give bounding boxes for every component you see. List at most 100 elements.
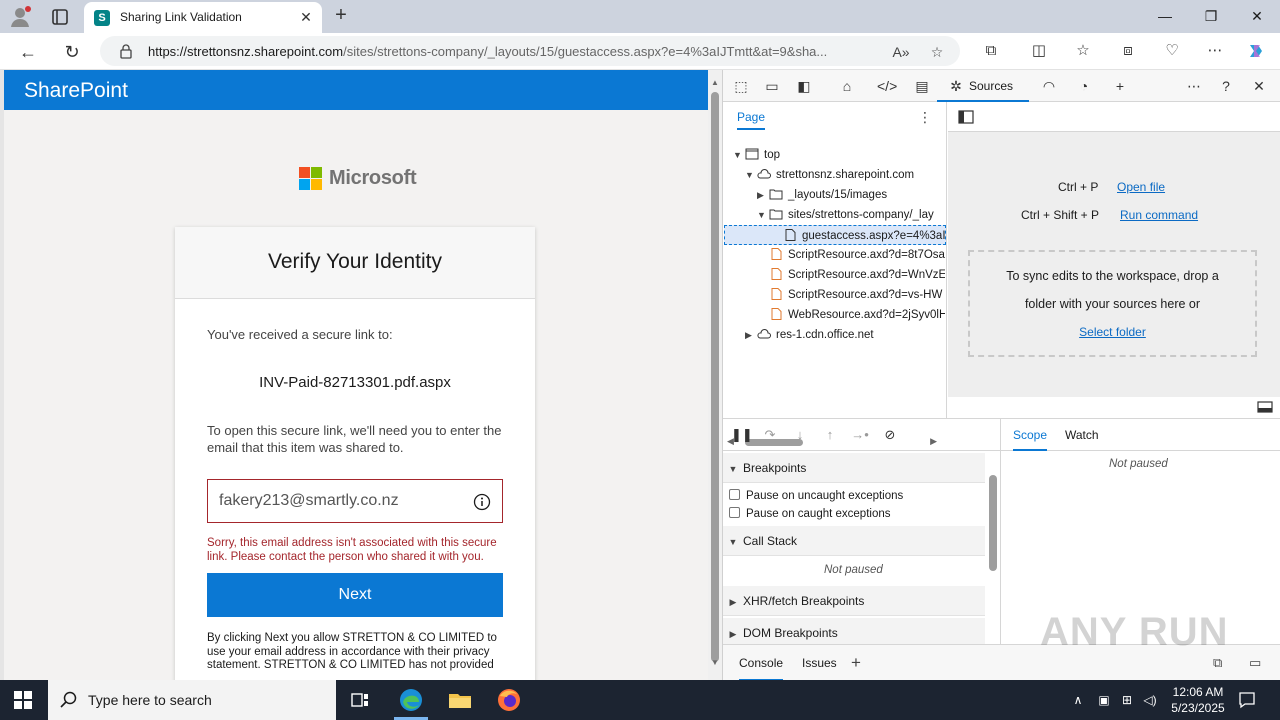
address-bar[interactable]: https://strettonsnz.sharepoint.com/sites… bbox=[100, 36, 960, 66]
navigator-more-icon[interactable]: ⋮ bbox=[918, 109, 932, 126]
expanded-arrow-icon[interactable]: ▼ bbox=[757, 205, 769, 225]
page-scrollbar[interactable]: ▲ ▼ bbox=[708, 70, 722, 680]
call-stack-section[interactable]: ▼ Call Stack bbox=[723, 526, 985, 556]
tree-item[interactable]: WebResource.axd?d=2jSyv0lH bbox=[723, 305, 945, 325]
add-drawer-tab-icon[interactable]: + bbox=[851, 653, 861, 673]
pause-uncaught-checkbox[interactable]: Pause on uncaught exceptions bbox=[729, 487, 903, 505]
xhr-breakpoints-section[interactable]: ▶ XHR/fetch Breakpoints bbox=[723, 586, 985, 616]
close-drawer-icon[interactable]: ▭ bbox=[1249, 655, 1261, 671]
restore-button[interactable]: ❐ bbox=[1188, 0, 1234, 33]
pause-caught-checkbox[interactable]: Pause on caught exceptions bbox=[729, 505, 891, 523]
info-icon[interactable] bbox=[473, 493, 491, 511]
settings-more-icon[interactable]: ⋯ bbox=[1205, 41, 1225, 61]
tree-item[interactable]: ▼ top bbox=[723, 145, 945, 165]
url-text[interactable]: https://strettonsnz.sharepoint.com/sites… bbox=[148, 44, 888, 59]
show-hidden-icons-icon[interactable]: ∧ bbox=[1070, 692, 1086, 708]
console-icon[interactable]: ▤ bbox=[913, 77, 931, 95]
elements-icon[interactable]: </> bbox=[877, 77, 897, 95]
step-out-icon[interactable]: ↑ bbox=[821, 426, 839, 444]
debugger-scrollbar[interactable] bbox=[987, 455, 999, 643]
active-tab[interactable]: S Sharing Link Validation ✕ bbox=[84, 2, 322, 33]
tree-item[interactable]: ScriptResource.axd?d=8t7Osa bbox=[723, 245, 945, 265]
pause-resume-icon[interactable]: ❚❚ bbox=[731, 426, 753, 444]
email-input[interactable] bbox=[219, 490, 459, 512]
windows-start-icon[interactable] bbox=[14, 691, 32, 709]
tree-item[interactable]: ▼ strettonsnz.sharepoint.com bbox=[723, 165, 945, 185]
tree-item[interactable]: ScriptResource.axd?d=vs-HW bbox=[723, 285, 945, 305]
copilot-icon[interactable] bbox=[1246, 41, 1266, 61]
email-field[interactable] bbox=[207, 479, 503, 523]
close-devtools-icon[interactable]: ✕ bbox=[1250, 77, 1268, 95]
volume-icon[interactable]: ◁) bbox=[1142, 692, 1158, 708]
extensions-icon[interactable]: ⧉ bbox=[981, 41, 1001, 61]
collections-icon[interactable]: ⧈ bbox=[1118, 41, 1138, 61]
task-view-icon[interactable] bbox=[346, 686, 374, 714]
new-tab-button[interactable]: + bbox=[330, 5, 352, 27]
split-screen-icon[interactable]: ◫ bbox=[1029, 41, 1049, 61]
debugger-scroll-thumb[interactable] bbox=[989, 475, 997, 571]
tree-item[interactable]: ScriptResource.axd?d=WnVzE bbox=[723, 265, 945, 285]
sharepoint-brand[interactable]: SharePoint bbox=[24, 79, 128, 103]
expanded-arrow-icon[interactable]: ▼ bbox=[733, 145, 745, 165]
tab-console[interactable]: Console bbox=[739, 656, 784, 681]
network-icon[interactable]: ⊞ bbox=[1119, 692, 1135, 708]
device-icon[interactable]: ▣ bbox=[1096, 692, 1112, 708]
device-emulation-icon[interactable]: ▭ bbox=[763, 77, 781, 95]
read-aloud-icon[interactable]: A» bbox=[892, 43, 910, 61]
close-window-button[interactable]: ✕ bbox=[1234, 0, 1280, 33]
help-icon[interactable]: ? bbox=[1217, 77, 1235, 95]
tree-item[interactable]: ▼ sites/strettons-company/_lay bbox=[723, 205, 945, 225]
tree-item[interactable]: ▶ _layouts/15/images bbox=[723, 185, 945, 205]
tab-sources[interactable]: ✲ Sources bbox=[937, 70, 1029, 102]
tree-item[interactable]: guestaccess.aspx?e=4%3aI... bbox=[724, 225, 946, 245]
inspect-element-icon[interactable]: ⬚ bbox=[732, 77, 750, 95]
tab-scope[interactable]: Scope bbox=[1013, 428, 1048, 451]
dom-breakpoints-section[interactable]: ▶ DOM Breakpoints bbox=[723, 618, 985, 645]
system-clock[interactable]: 12:06 AM 5/23/2025 bbox=[1160, 684, 1236, 716]
profile-icon[interactable] bbox=[8, 5, 32, 29]
select-folder-link[interactable]: Select folder bbox=[1079, 325, 1146, 339]
open-file-link[interactable]: Open file bbox=[1117, 180, 1165, 194]
collapsed-arrow-icon[interactable]: ▶ bbox=[745, 325, 757, 345]
welcome-home-icon[interactable]: ⌂ bbox=[838, 77, 856, 95]
toggle-debugger-icon[interactable] bbox=[1257, 401, 1273, 413]
step-over-icon[interactable]: ↷ bbox=[761, 426, 779, 444]
tree-item[interactable]: ▶ res-1.cdn.office.net bbox=[723, 325, 945, 345]
next-button[interactable]: Next bbox=[207, 573, 503, 617]
customize-menu-icon[interactable]: ⋯ bbox=[1185, 77, 1203, 95]
performance-icon[interactable]: ◔ bbox=[1075, 77, 1093, 95]
expanded-arrow-icon[interactable]: ▼ bbox=[745, 165, 757, 185]
favorite-star-icon[interactable]: ☆ bbox=[928, 43, 946, 61]
collapsed-arrow-icon[interactable]: ▶ bbox=[757, 185, 769, 205]
taskbar-search-box[interactable]: Type here to search bbox=[48, 680, 336, 720]
firefox-icon[interactable] bbox=[495, 686, 523, 714]
toggle-navigator-icon[interactable] bbox=[958, 110, 974, 124]
scroll-down-icon[interactable]: ▼ bbox=[710, 658, 720, 668]
back-button[interactable]: ← bbox=[14, 38, 42, 66]
file-explorer-icon[interactable] bbox=[446, 686, 474, 714]
checkbox-box[interactable] bbox=[729, 489, 740, 500]
tab-watch[interactable]: Watch bbox=[1065, 428, 1099, 442]
favorites-icon[interactable]: ☆ bbox=[1073, 41, 1093, 61]
scrollbar-thumb[interactable] bbox=[711, 92, 719, 662]
more-tools-plus-icon[interactable]: + bbox=[1111, 77, 1129, 95]
notifications-icon[interactable] bbox=[1238, 691, 1256, 709]
close-tab-icon[interactable]: ✕ bbox=[298, 9, 314, 25]
refresh-button[interactable]: ↻ bbox=[58, 38, 86, 66]
step-icon[interactable]: →• bbox=[851, 426, 869, 444]
edge-app-icon[interactable] bbox=[397, 686, 425, 714]
minimize-button[interactable]: — bbox=[1142, 0, 1188, 33]
dock-side-icon[interactable]: ◧ bbox=[795, 77, 813, 95]
tab-actions-icon[interactable] bbox=[48, 5, 72, 29]
browser-essentials-icon[interactable]: ♡ bbox=[1162, 41, 1182, 61]
step-into-icon[interactable]: ↓ bbox=[791, 426, 809, 444]
deactivate-breakpoints-icon[interactable]: ⊘ bbox=[881, 426, 899, 444]
checkbox-box[interactable] bbox=[729, 507, 740, 518]
tab-issues[interactable]: Issues bbox=[802, 656, 837, 670]
network-icon[interactable]: ◠ bbox=[1040, 77, 1058, 95]
run-command-link[interactable]: Run command bbox=[1120, 208, 1198, 222]
tab-page[interactable]: Page bbox=[737, 110, 766, 130]
workspace-drop-zone[interactable]: To sync edits to the workspace, drop a f… bbox=[968, 250, 1257, 357]
lock-icon[interactable] bbox=[118, 43, 134, 59]
undock-drawer-icon[interactable]: ⧉ bbox=[1213, 655, 1222, 671]
